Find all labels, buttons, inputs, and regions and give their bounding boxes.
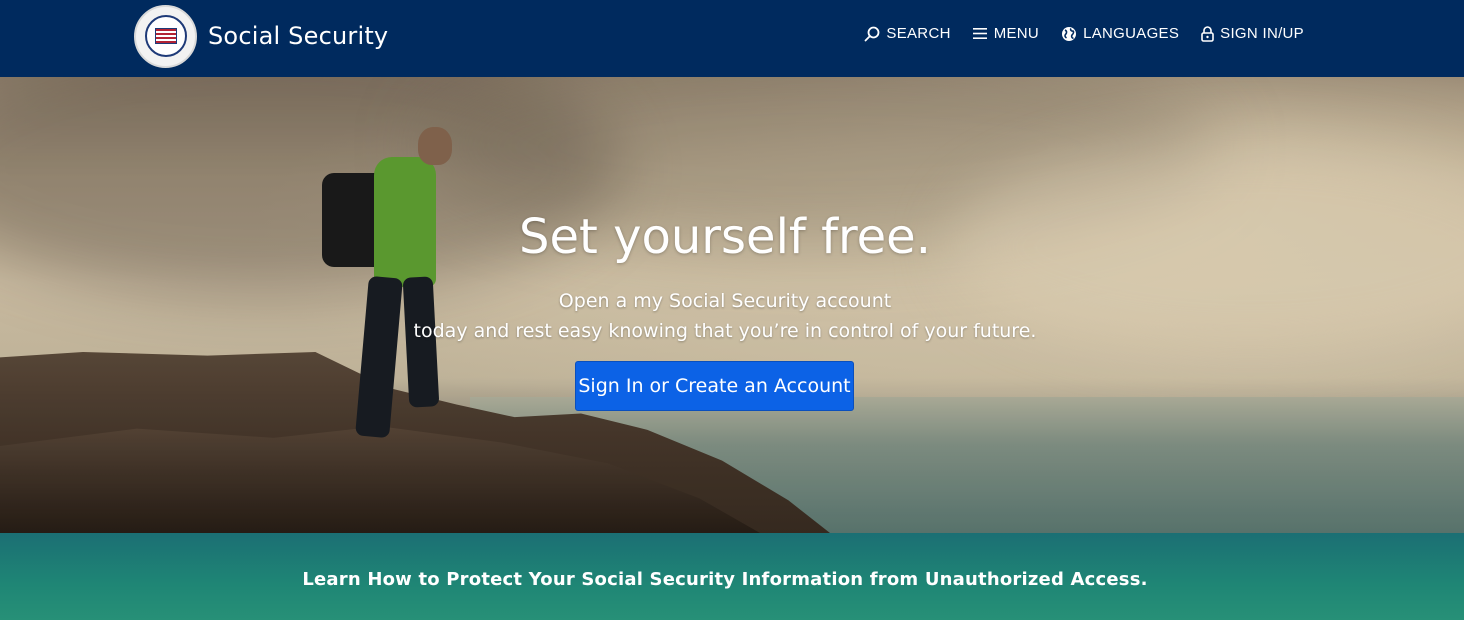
hero-section: Set yourself free. Open a my Social Secu… (0, 77, 1464, 533)
hero-subtitle-line: Open a my Social Security account (558, 290, 892, 312)
site-header: Social Security SEARCH MENU LANGUAGES SI… (0, 0, 1464, 77)
brand[interactable]: Social Security (134, 4, 388, 68)
security-banner: Learn How to Protect Your Social Securit… (0, 533, 1464, 620)
brand-name[interactable]: Social Security (208, 22, 388, 50)
nav-sign-in[interactable]: SIGN IN/UP (1201, 25, 1304, 42)
hero-content: Set yourself free. Open a my Social Secu… (0, 77, 1464, 533)
nav-sign-in-label: SIGN IN/UP (1220, 25, 1304, 42)
search-icon (864, 26, 880, 41)
nav-search-label: SEARCH (886, 25, 951, 42)
hero-subtitle-line: today and rest easy knowing that you’re … (413, 320, 1037, 342)
hero-title: Set yourself free. (519, 209, 931, 265)
nav-languages[interactable]: LANGUAGES (1061, 25, 1179, 42)
ssa-seal-logo[interactable] (134, 4, 197, 68)
nav-menu[interactable]: MENU (972, 25, 1040, 42)
nav-search[interactable]: SEARCH (864, 25, 950, 42)
nav-menu-label: MENU (993, 25, 1040, 42)
sign-in-create-account-button[interactable]: Sign In or Create an Account (575, 361, 854, 411)
nav-languages-label: LANGUAGES (1083, 25, 1180, 42)
main-nav: SEARCH MENU LANGUAGES SIGN IN/UP (864, 25, 1304, 42)
lock-icon (1201, 25, 1214, 42)
hero-subtitle: Open a my Social Security account today … (0, 286, 1450, 346)
seal-flag-shield (154, 28, 177, 44)
seal-emblem (144, 15, 187, 57)
protect-information-link[interactable]: Learn How to Protect Your Social Securit… (0, 569, 1450, 590)
globe-icon (1062, 26, 1077, 41)
menu-icon (972, 28, 987, 39)
